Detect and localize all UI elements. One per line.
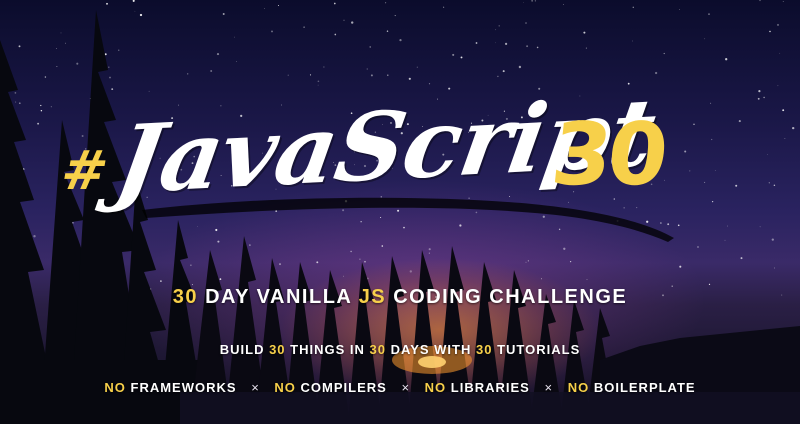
separator-icon: × xyxy=(401,380,411,395)
build-number-1: 30 xyxy=(269,342,286,357)
separator-icon: × xyxy=(251,380,260,395)
build-word-2: THINGS IN xyxy=(290,342,365,357)
tagline-number: 30 xyxy=(172,286,199,308)
logo-number: 30 xyxy=(546,105,669,205)
build-word-1: BUILD xyxy=(219,342,265,357)
logo-hash: # xyxy=(56,139,113,202)
lake xyxy=(180,392,800,424)
javascript30-logo: # JavaScript 30 xyxy=(57,78,682,242)
tagline-part2: CODING CHALLENGE xyxy=(393,286,628,308)
tagline-js: JS xyxy=(358,286,387,308)
no-item-frameworks: FRAMEWORKS xyxy=(130,380,237,395)
campfire xyxy=(418,356,446,368)
no-word: NO xyxy=(424,380,447,395)
no-word: NO xyxy=(274,380,296,395)
no-item-compilers: COMPILERS xyxy=(300,380,387,395)
no-word: NO xyxy=(567,380,590,395)
no-word: NO xyxy=(104,380,126,395)
no-list: NO FRAMEWORKS × NO COMPILERS × NO LIBRAR… xyxy=(0,380,800,395)
build-word-3: DAYS WITH xyxy=(390,342,472,357)
separator-icon: × xyxy=(544,380,554,395)
tagline: 30 DAY VANILLA JS CODING CHALLENGE xyxy=(0,286,800,309)
no-item-boilerplate: BOILERPLATE xyxy=(593,380,696,395)
build-line: BUILD 30 THINGS IN 30 DAYS WITH 30 TUTOR… xyxy=(0,342,800,357)
no-item-libraries: LIBRARIES xyxy=(450,380,530,395)
build-number-3: 30 xyxy=(476,342,493,357)
build-word-4: TUTORIALS xyxy=(497,342,581,357)
build-number-2: 30 xyxy=(369,342,386,357)
hero-banner: # JavaScript 30 30 DAY VANILLA JS CODING… xyxy=(0,0,800,424)
tagline-part1: DAY VANILLA xyxy=(205,286,352,308)
